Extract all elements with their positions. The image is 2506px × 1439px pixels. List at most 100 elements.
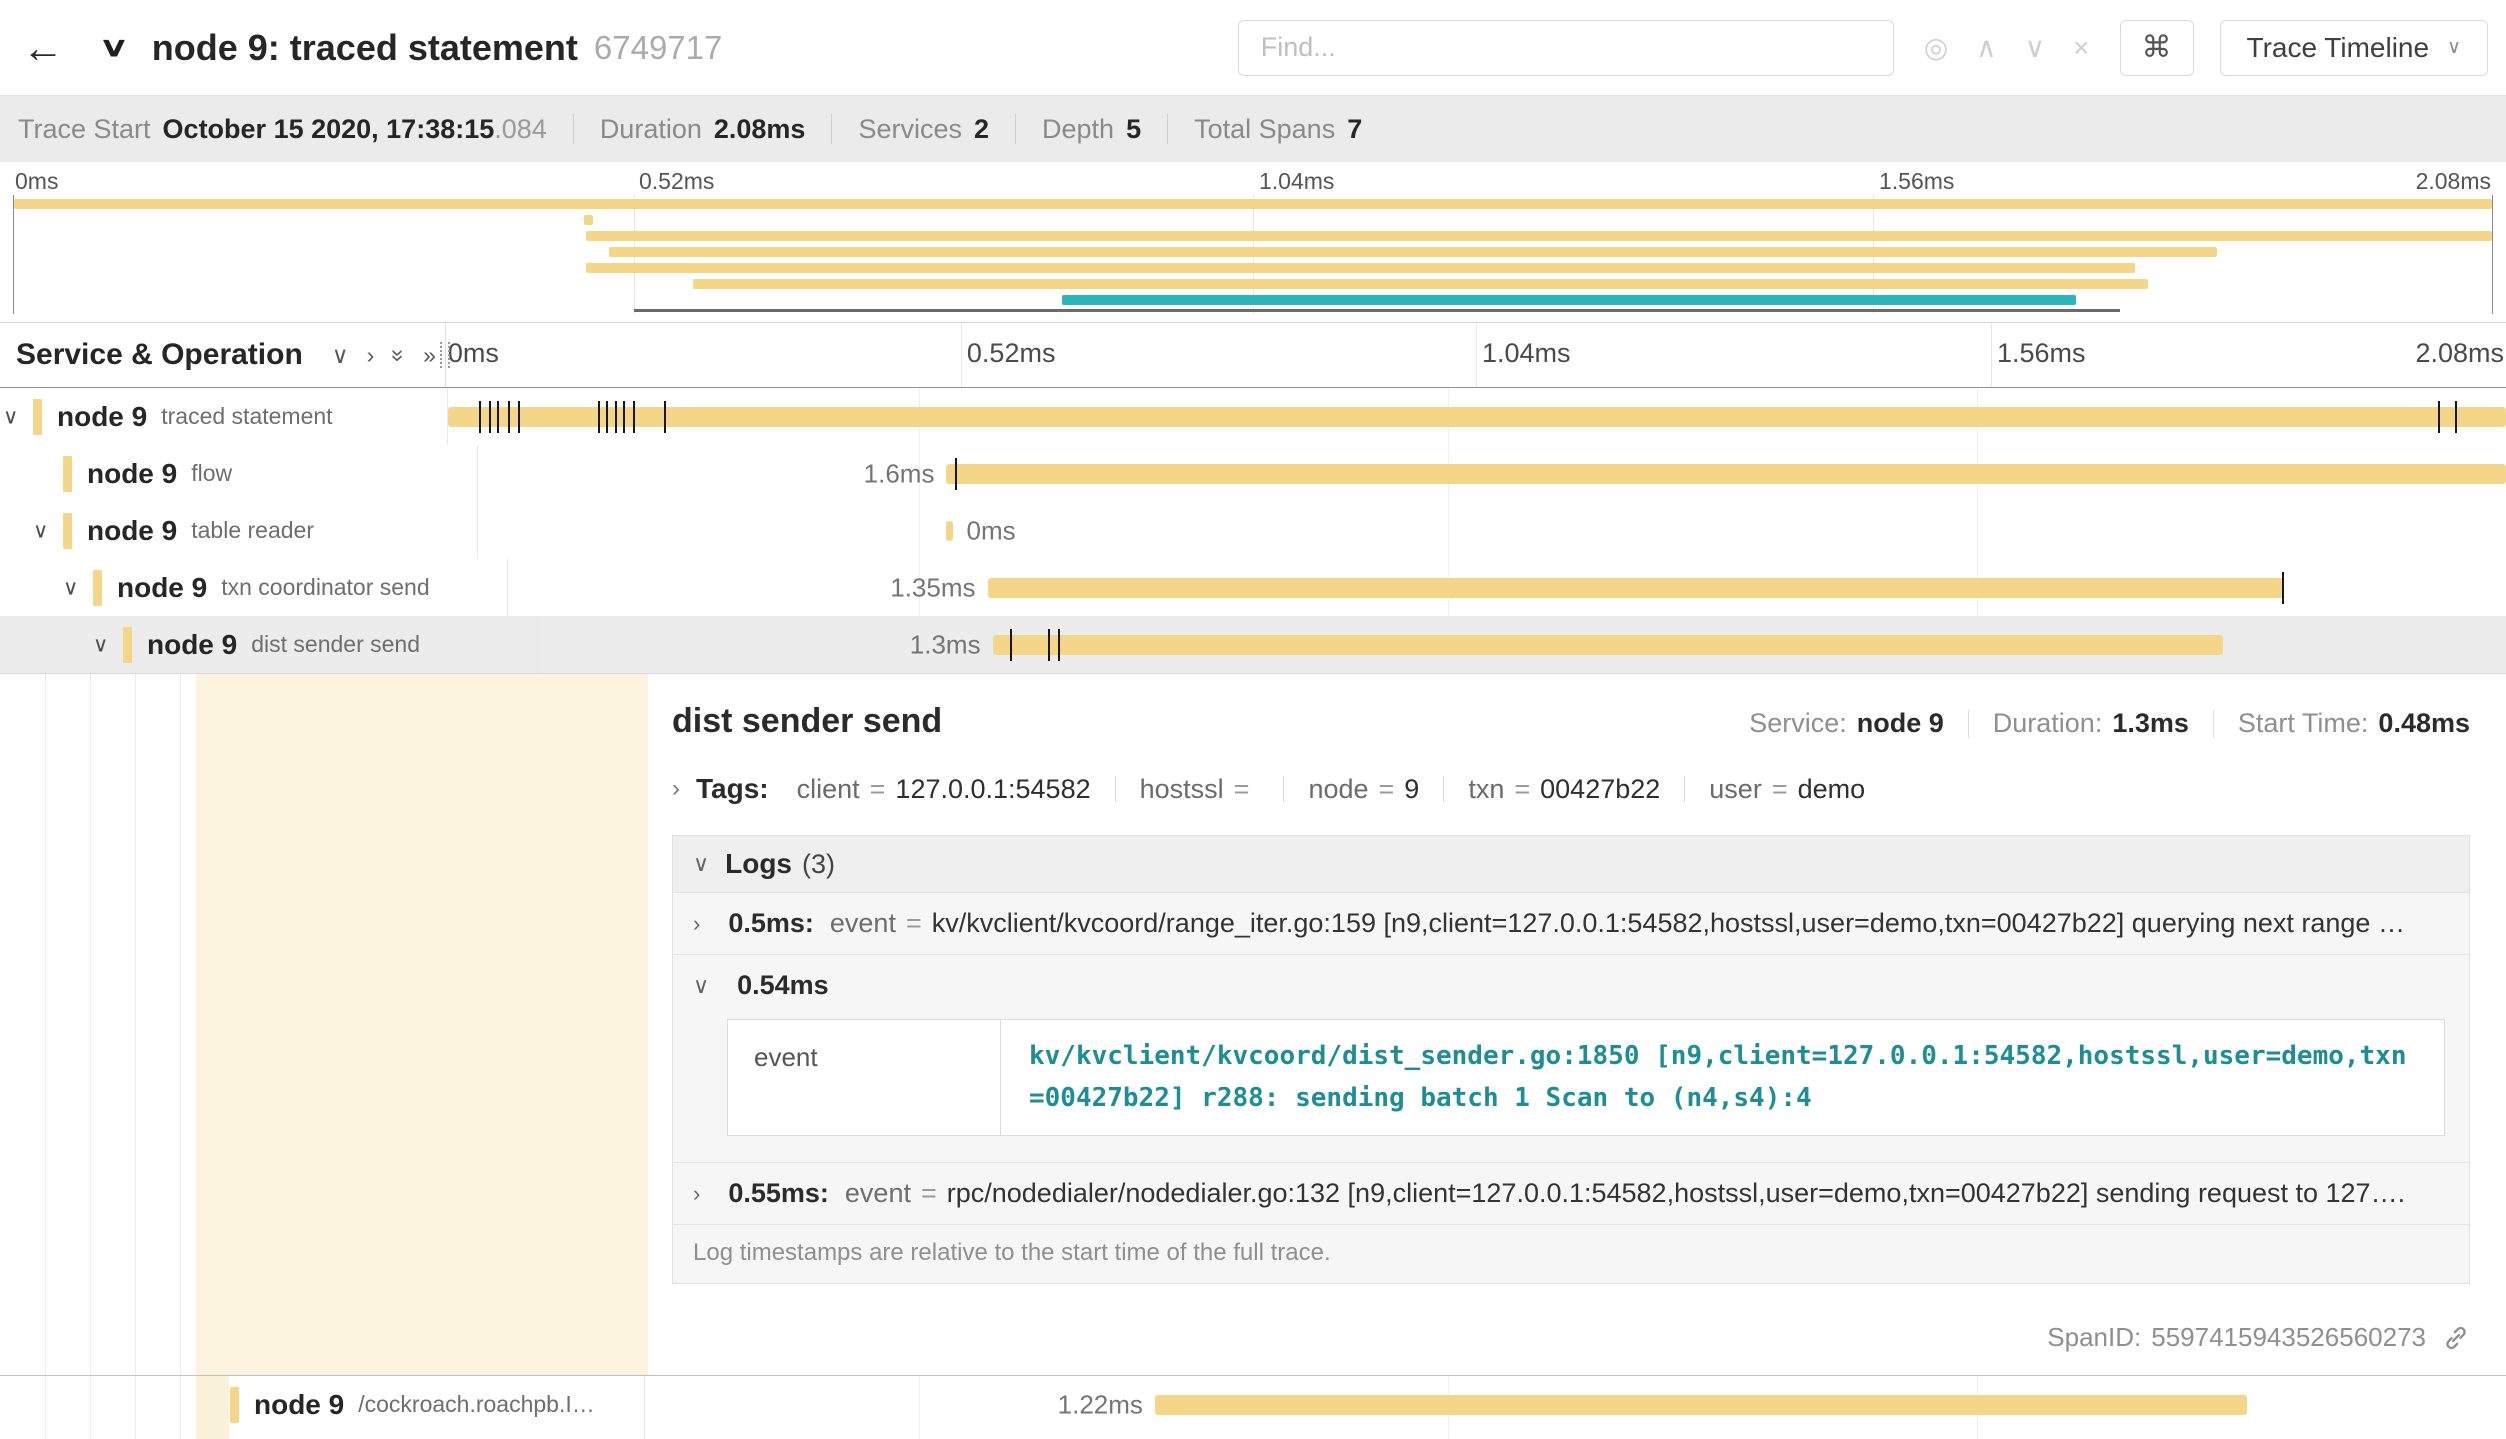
span-row[interactable]: ∨node 9txn coordinator send1.35ms xyxy=(0,559,2506,616)
collapse-chevron-icon[interactable]: ∨ xyxy=(33,518,48,543)
equals-sign: = xyxy=(921,1178,937,1209)
log-entry[interactable]: ›0.5ms:event=kv/kvclient/kvcoord/range_i… xyxy=(673,893,2469,955)
tag-value: demo xyxy=(1798,774,1866,805)
span-row[interactable]: node 4/cockroach.roachpb.I…0.85ms xyxy=(0,1433,2506,1439)
collapse-all-icon[interactable]: » xyxy=(385,349,412,362)
next-result-icon[interactable]: ∨ xyxy=(2025,31,2046,64)
span-name-cell[interactable]: node 4/cockroach.roachpb.I… xyxy=(0,1433,645,1439)
time-tick-label: 1.56ms xyxy=(1879,168,1954,195)
caret-down-icon: ∨ xyxy=(2447,36,2461,59)
operation-name: table reader xyxy=(191,517,314,544)
span-timeline-cell[interactable]: 1.22ms xyxy=(645,1376,2506,1433)
span-timeline-cell[interactable]: 1.35ms xyxy=(508,559,2506,616)
span-name-cell[interactable]: ∨node 9txn coordinator send xyxy=(0,559,508,616)
span-row[interactable]: ∨node 9traced statement xyxy=(0,388,2506,445)
service-name: node 9 xyxy=(117,572,207,604)
tags-section[interactable]: › Tags: client=127.0.0.1:54582hostssl=no… xyxy=(672,773,2470,805)
span-timeline-cell[interactable]: 0ms xyxy=(478,502,2506,559)
deep-link-icon[interactable] xyxy=(2442,1324,2470,1352)
minimap-span xyxy=(693,279,2148,289)
equals-sign: = xyxy=(1234,774,1250,805)
collapse-chevron-icon[interactable]: ∨ xyxy=(3,404,18,429)
collapse-chevron-icon[interactable]: ∨ xyxy=(63,575,78,600)
span-timeline-cell[interactable]: 1.6ms xyxy=(478,445,2506,502)
keyboard-shortcuts-button[interactable]: ⌘ xyxy=(2120,20,2194,76)
span-row[interactable]: node 9/cockroach.roachpb.I…1.22ms xyxy=(0,1376,2506,1433)
span-bar[interactable] xyxy=(946,521,952,541)
span-name-cell[interactable]: node 9flow xyxy=(0,445,478,502)
depth-value: 5 xyxy=(1126,114,1141,145)
separator xyxy=(1167,114,1168,144)
chevron-right-icon: › xyxy=(672,775,680,803)
log-marker-tick xyxy=(2455,401,2457,433)
span-bar[interactable] xyxy=(1155,1395,2247,1415)
service-operation-header: Service & Operation ∨ › » » xyxy=(0,323,446,387)
log-timestamp: 0.5ms: xyxy=(728,908,814,939)
minimap-span xyxy=(1062,295,2076,305)
span-row[interactable]: ∨node 9dist sender send 1.3ms xyxy=(0,616,2506,673)
log-marker-tick xyxy=(508,401,510,433)
span-id-label: SpanID: xyxy=(2047,1322,2141,1353)
chevron-right-icon: › xyxy=(693,1181,700,1207)
span-duration-label: 1.3ms xyxy=(910,629,981,660)
span-bar[interactable] xyxy=(946,464,2506,484)
top-bar: ← ∨ node 9: traced statement 6749717 ◎ ∧… xyxy=(0,0,2506,95)
service-color-strip xyxy=(33,399,42,435)
span-bar[interactable] xyxy=(988,578,2285,598)
chevron-down-icon: ∨ xyxy=(693,851,709,877)
span-rows-top: ∨node 9traced statementnode 9flow1.6ms∨n… xyxy=(0,388,2506,673)
clear-find-icon[interactable]: × xyxy=(2073,32,2089,64)
back-arrow-icon[interactable]: ← xyxy=(22,24,64,72)
trace-header-collapse-icon[interactable]: ∨ xyxy=(99,32,130,63)
column-resize-handle[interactable] xyxy=(440,342,450,368)
separator xyxy=(1015,114,1016,144)
span-row[interactable]: ∨ node 9 table reader 0ms xyxy=(0,502,2506,559)
span-timeline-cell[interactable] xyxy=(448,388,2506,445)
service-operation-title: Service & Operation xyxy=(16,338,303,372)
trace-viewer-app: ← ∨ node 9: traced statement 6749717 ◎ ∧… xyxy=(0,0,2506,1439)
span-timeline-cell[interactable]: 0.85ms xyxy=(645,1433,2506,1439)
service-color-strip xyxy=(230,1387,239,1423)
collapse-chevron-icon[interactable]: ∨ xyxy=(93,632,108,657)
span-row[interactable]: node 9flow1.6ms xyxy=(0,445,2506,502)
log-marker-tick xyxy=(606,401,608,433)
indent-guide xyxy=(180,674,181,1375)
find-input[interactable] xyxy=(1238,20,1894,76)
span-duration-label: 0ms xyxy=(967,515,1016,546)
equals-sign: = xyxy=(906,908,922,939)
tag-value: 00427b22 xyxy=(1540,774,1660,805)
log-timestamp: 0.55ms: xyxy=(728,1178,829,1209)
span-name-cell[interactable]: ∨ node 9 table reader xyxy=(0,502,478,559)
indent-guide xyxy=(180,1433,181,1439)
total-spans-value: 7 xyxy=(1347,114,1362,145)
log-preview: kv/kvclient/kvcoord/range_iter.go:159 [n… xyxy=(932,908,2405,939)
span-bar[interactable] xyxy=(448,407,2506,427)
span-name-cell[interactable]: node 9/cockroach.roachpb.I… xyxy=(0,1376,645,1433)
logs-header[interactable]: ∨ Logs (3) xyxy=(673,836,2469,893)
span-name-cell[interactable]: ∨node 9dist sender send xyxy=(0,616,538,673)
log-marker-tick xyxy=(2438,401,2440,433)
span-rows-bottom: node 9/cockroach.roachpb.I…1.22msnode 4/… xyxy=(0,1376,2506,1439)
indent-guide xyxy=(45,1376,46,1433)
span-timeline-cell[interactable]: 1.3ms xyxy=(538,616,2506,673)
prev-result-icon[interactable]: ∧ xyxy=(1976,31,1997,64)
span-duration-label: 1.35ms xyxy=(890,572,975,603)
minimap-canvas[interactable] xyxy=(13,195,2493,314)
span-bar[interactable] xyxy=(993,635,2223,655)
expand-all-icon[interactable]: » xyxy=(423,342,436,369)
service-name: node 9 xyxy=(87,515,177,547)
expand-one-icon[interactable]: › xyxy=(367,342,375,369)
log-key: event xyxy=(830,908,896,939)
service-name: node 9 xyxy=(254,1389,344,1421)
total-spans-label: Total Spans xyxy=(1194,114,1335,145)
log-key: event xyxy=(845,1178,911,1209)
trace-minimap: 0ms0.52ms1.04ms1.56ms2.08ms xyxy=(0,162,2506,323)
log-entry[interactable]: ›0.55ms:event=rpc/nodedialer/nodedialer.… xyxy=(673,1163,2469,1225)
span-name-cell[interactable]: ∨node 9traced statement xyxy=(0,388,448,445)
time-tick-label: 0.52ms xyxy=(967,338,1056,369)
collapse-one-icon[interactable]: ∨ xyxy=(332,342,349,369)
trace-view-selector[interactable]: Trace Timeline ∨ xyxy=(2220,20,2489,76)
log-entry-header[interactable]: ∨0.54ms xyxy=(693,970,2449,1001)
match-target-icon[interactable]: ◎ xyxy=(1924,31,1948,64)
indent-guide xyxy=(45,1433,46,1439)
